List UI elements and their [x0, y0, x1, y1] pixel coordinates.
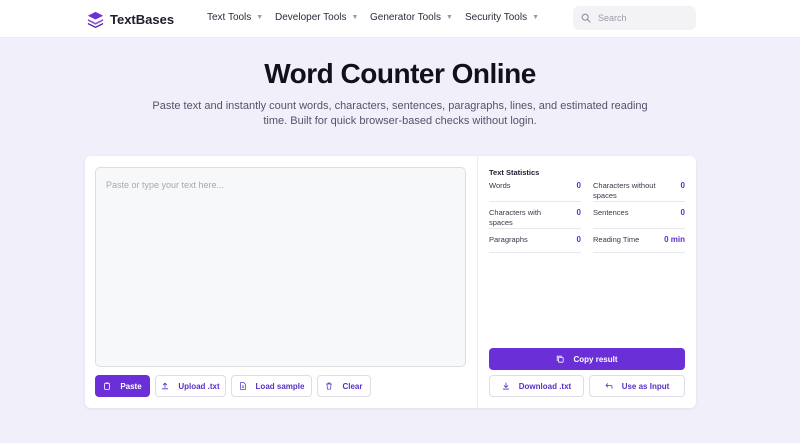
stat-words-label: Words — [489, 181, 511, 190]
page-title: Word Counter Online — [264, 58, 536, 89]
clear-button[interactable]: Clear — [317, 375, 371, 397]
download-txt-label: Download .txt — [518, 381, 572, 391]
stat-sentences: Sentences 0 — [593, 208, 685, 229]
brand-logo[interactable]: TextBases — [86, 9, 174, 29]
nav-developer-tools-label: Developer Tools — [275, 12, 347, 23]
text-input-area[interactable] — [95, 167, 466, 367]
nav-developer-tools[interactable]: Developer Tools ▼ — [275, 12, 358, 23]
upload-icon — [162, 382, 169, 390]
chevron-down-icon: ▼ — [256, 14, 264, 21]
clear-button-label: Clear — [342, 381, 363, 391]
nav-text-tools-label: Text Tools — [207, 12, 252, 23]
stat-sentences-label: Sentences — [593, 208, 629, 217]
panel-divider — [477, 156, 478, 408]
upload-txt-button[interactable]: Upload .txt — [155, 375, 226, 397]
brand-name: TextBases — [110, 11, 175, 27]
copy-result-button[interactable]: Copy result — [489, 348, 685, 370]
chevron-down-icon: ▼ — [351, 14, 359, 21]
nav-security-tools-label: Security Tools — [465, 12, 528, 23]
layers-logo-icon — [87, 11, 104, 28]
search-icon — [581, 13, 591, 23]
stat-reading-time: Reading Time 0 min — [593, 235, 685, 253]
clipboard-icon — [104, 382, 111, 390]
load-sample-button[interactable]: Load sample — [231, 375, 312, 397]
copy-result-label: Copy result — [573, 354, 618, 364]
stat-sentences-value: 0 — [680, 208, 685, 217]
text-statistics-title: Text Statistics — [489, 168, 540, 177]
page-description: Paste text and instantly count words, ch… — [152, 100, 648, 127]
chevron-down-icon: ▼ — [532, 14, 540, 21]
stat-characters-with-spaces-value: 0 — [576, 208, 581, 217]
stat-words: Words 0 — [489, 181, 581, 202]
stat-characters-no-spaces-label: Characters without spaces — [593, 181, 656, 200]
paste-button[interactable]: Paste — [95, 375, 150, 397]
search-box[interactable] — [573, 6, 696, 30]
stat-characters-with-spaces: Characters with spaces 0 — [489, 208, 581, 229]
copy-icon — [557, 355, 565, 363]
stat-paragraphs-value: 0 — [576, 235, 581, 244]
download-icon — [502, 382, 509, 390]
stat-characters-no-spaces-value: 0 — [680, 181, 685, 190]
load-sample-label: Load sample — [255, 381, 305, 391]
stat-paragraphs: Paragraphs 0 — [489, 235, 581, 253]
stat-reading-time-value: 0 min — [664, 235, 685, 244]
nav-generator-tools[interactable]: Generator Tools ▼ — [370, 12, 453, 23]
stat-paragraphs-label: Paragraphs — [489, 235, 528, 244]
stat-reading-time-label: Reading Time — [593, 235, 640, 244]
use-as-input-button[interactable]: Use as Input — [589, 375, 685, 397]
trash-icon — [326, 382, 333, 390]
search-input[interactable] — [598, 13, 688, 23]
chevron-down-icon: ▼ — [445, 14, 453, 21]
stat-words-value: 0 — [576, 181, 581, 190]
stat-characters-with-spaces-label: Characters with spaces — [489, 208, 542, 227]
word-counter-card: Paste Upload .txt Load sample Clear Text… — [85, 156, 696, 408]
nav-text-tools[interactable]: Text Tools ▼ — [207, 12, 263, 23]
document-icon — [239, 382, 246, 390]
undo-arrow-icon — [605, 383, 613, 389]
stat-characters-no-spaces: Characters without spaces 0 — [593, 181, 685, 202]
download-txt-button[interactable]: Download .txt — [489, 375, 584, 397]
top-header: TextBases Text Tools ▼ Developer Tools ▼… — [0, 0, 800, 38]
paste-button-label: Paste — [120, 381, 142, 391]
upload-txt-label: Upload .txt — [178, 381, 220, 391]
use-as-input-label: Use as Input — [621, 381, 670, 391]
nav-generator-tools-label: Generator Tools — [370, 12, 441, 23]
nav-security-tools[interactable]: Security Tools ▼ — [465, 12, 539, 23]
